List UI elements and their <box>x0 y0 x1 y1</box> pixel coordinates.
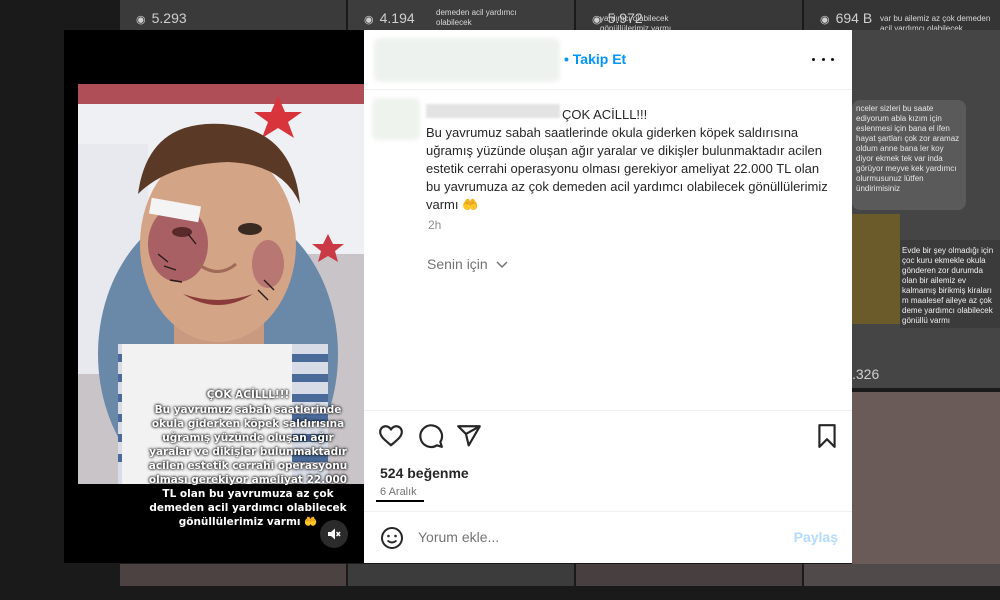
bg-caption: Evde bir şey olmadığı için çoc kuru ekme… <box>902 246 994 325</box>
for-you-label: Senin için <box>427 256 488 272</box>
chevron-down-icon <box>496 261 508 269</box>
post-details-panel: • Takip Et ÇOK ACİLLL!!! Bu yavrumuz sab… <box>364 30 852 563</box>
bg-caption: nceler sizleri bu saate ediyorum abla kı… <box>856 104 960 193</box>
bg-view-count: ◉ 694 B <box>820 10 873 26</box>
comment-input[interactable] <box>418 529 778 545</box>
bg-view-count: ◉ 4.194 <box>364 10 415 26</box>
like-count[interactable]: 524 beğenme <box>380 465 469 481</box>
story-overlay-text: ÇOK ACİLLL!!! Bu yavrumuz sabah saatleri… <box>148 388 348 529</box>
more-icon-dot <box>821 57 825 61</box>
bg-tile <box>576 564 802 586</box>
bg-photo <box>852 214 900 324</box>
bookmark-icon[interactable] <box>814 423 840 449</box>
follow-button[interactable]: • Takip Et <box>564 51 626 67</box>
bg-tile <box>348 564 574 586</box>
caption: ÇOK ACİLLL!!! Bu yavrumuz sabah saatleri… <box>426 106 836 214</box>
for-you-dropdown[interactable]: Senin için <box>427 256 508 272</box>
post-media[interactable]: ÇOK ACİLLL!!! Bu yavrumuz sabah saatleri… <box>64 30 364 563</box>
comment-icon[interactable] <box>418 423 444 449</box>
caption-avatar-blurred[interactable] <box>372 98 420 140</box>
post-actions: 524 beğenme 6 Aralık <box>364 410 852 510</box>
more-icon-dot <box>831 57 834 61</box>
post-header: • Takip Et <box>364 30 852 90</box>
author-avatar-username-blurred[interactable] <box>374 38 560 82</box>
story-body: Bu yavrumuz sabah saatlerinde okula gide… <box>148 404 348 528</box>
share-icon[interactable] <box>456 423 482 449</box>
comment-bar: Paylaş <box>364 511 852 563</box>
eye-icon: ◉ <box>136 14 146 26</box>
post-date[interactable]: 6 Aralık <box>380 486 417 498</box>
eye-icon: ◉ <box>364 14 374 26</box>
bg-view-count: ◉ 5.293 <box>136 10 187 26</box>
more-options-button[interactable] <box>812 52 834 66</box>
post-comment-button[interactable]: Paylaş <box>794 529 838 545</box>
story-title: ÇOK ACİLLL!!! <box>206 389 290 401</box>
mute-button[interactable] <box>320 520 348 548</box>
bg-caption: demeden acil yardımcı olabilecek <box>436 8 517 27</box>
date-underline <box>376 500 424 502</box>
bg-tile <box>120 564 346 586</box>
caption-title: ÇOK ACİLLL!!! <box>562 107 648 122</box>
eye-icon: ◉ <box>820 14 830 26</box>
heart-icon[interactable] <box>378 423 404 449</box>
caption-body: Bu yavrumuz sabah saatlerinde okula gide… <box>426 125 828 212</box>
more-icon <box>812 57 815 61</box>
bg-view-count: .326 <box>852 366 880 382</box>
bg-tile <box>852 392 1000 564</box>
caption-timestamp[interactable]: 2h <box>428 218 441 232</box>
emoji-icon[interactable] <box>380 526 404 550</box>
bg-tile <box>804 564 1000 586</box>
mute-icon <box>328 528 341 540</box>
